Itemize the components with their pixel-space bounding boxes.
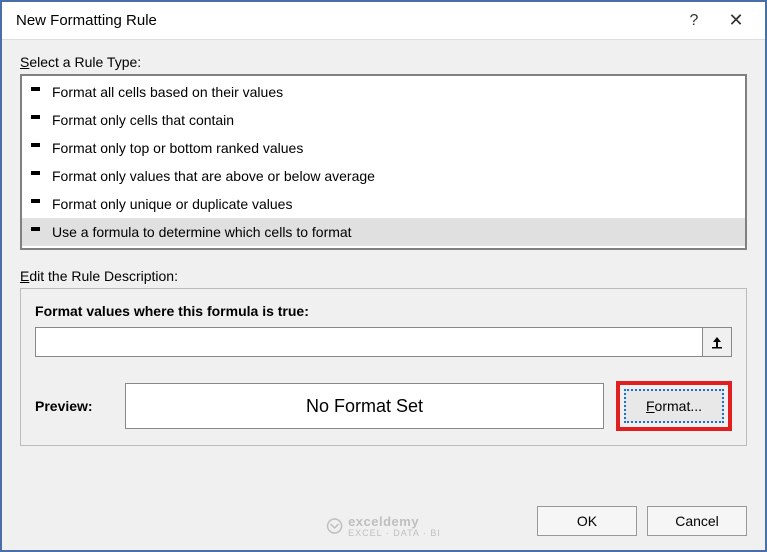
format-button[interactable]: Format...	[624, 389, 724, 423]
formula-label: Format values where this formula is true…	[35, 303, 732, 319]
watermark-sub: EXCEL · DATA · BI	[348, 529, 441, 538]
formula-row	[35, 327, 732, 357]
edit-rule-description-label: Edit the Rule Description:	[20, 268, 747, 284]
rule-type-text: Use a formula to determine which cells t…	[52, 221, 352, 243]
rule-type-text: Format all cells based on their values	[52, 81, 283, 103]
formula-input[interactable]	[35, 327, 702, 357]
rule-type-icon	[30, 197, 44, 211]
collapse-icon	[710, 335, 724, 349]
preview-label: Preview:	[35, 398, 113, 414]
format-button-highlight: Format...	[616, 381, 732, 431]
cancel-button[interactable]: Cancel	[647, 506, 747, 536]
rule-type-item[interactable]: Format only values that are above or bel…	[22, 162, 745, 190]
titlebar: New Formatting Rule ? ✕	[2, 2, 765, 40]
rule-type-text: Format only top or bottom ranked values	[52, 137, 303, 159]
dialog-body: Select a Rule Type: Format all cells bas…	[2, 40, 765, 496]
rule-type-item[interactable]: Format all cells based on their values	[22, 78, 745, 106]
help-button[interactable]: ?	[673, 2, 715, 40]
rule-type-icon	[30, 169, 44, 183]
rule-type-icon	[30, 141, 44, 155]
preview-box: No Format Set	[125, 383, 604, 429]
rule-type-icon	[30, 225, 44, 239]
collapse-dialog-button[interactable]	[702, 327, 732, 357]
ok-button[interactable]: OK	[537, 506, 637, 536]
rule-type-text: Format only cells that contain	[52, 109, 234, 131]
new-formatting-rule-dialog: New Formatting Rule ? ✕ Select a Rule Ty…	[0, 0, 767, 552]
watermark: exceldemy EXCEL · DATA · BI	[326, 514, 441, 538]
rule-type-text: Format only unique or duplicate values	[52, 193, 292, 215]
dialog-footer: exceldemy EXCEL · DATA · BI OK Cancel	[2, 496, 765, 550]
dialog-title: New Formatting Rule	[16, 12, 673, 29]
rule-type-icon	[30, 85, 44, 99]
rule-description-panel: Format values where this formula is true…	[20, 288, 747, 446]
watermark-name: exceldemy	[348, 514, 419, 529]
select-rule-type-label: Select a Rule Type:	[20, 54, 747, 70]
rule-type-item[interactable]: Use a formula to determine which cells t…	[22, 218, 745, 246]
close-button[interactable]: ✕	[715, 2, 757, 40]
rule-type-item[interactable]: Format only unique or duplicate values	[22, 190, 745, 218]
rule-type-item[interactable]: Format only cells that contain	[22, 106, 745, 134]
rule-type-icon	[30, 113, 44, 127]
rule-type-item[interactable]: Format only top or bottom ranked values	[22, 134, 745, 162]
rule-type-list[interactable]: Format all cells based on their values F…	[20, 74, 747, 250]
watermark-icon	[326, 518, 342, 534]
rule-type-text: Format only values that are above or bel…	[52, 165, 375, 187]
preview-row: Preview: No Format Set Format...	[35, 381, 732, 431]
